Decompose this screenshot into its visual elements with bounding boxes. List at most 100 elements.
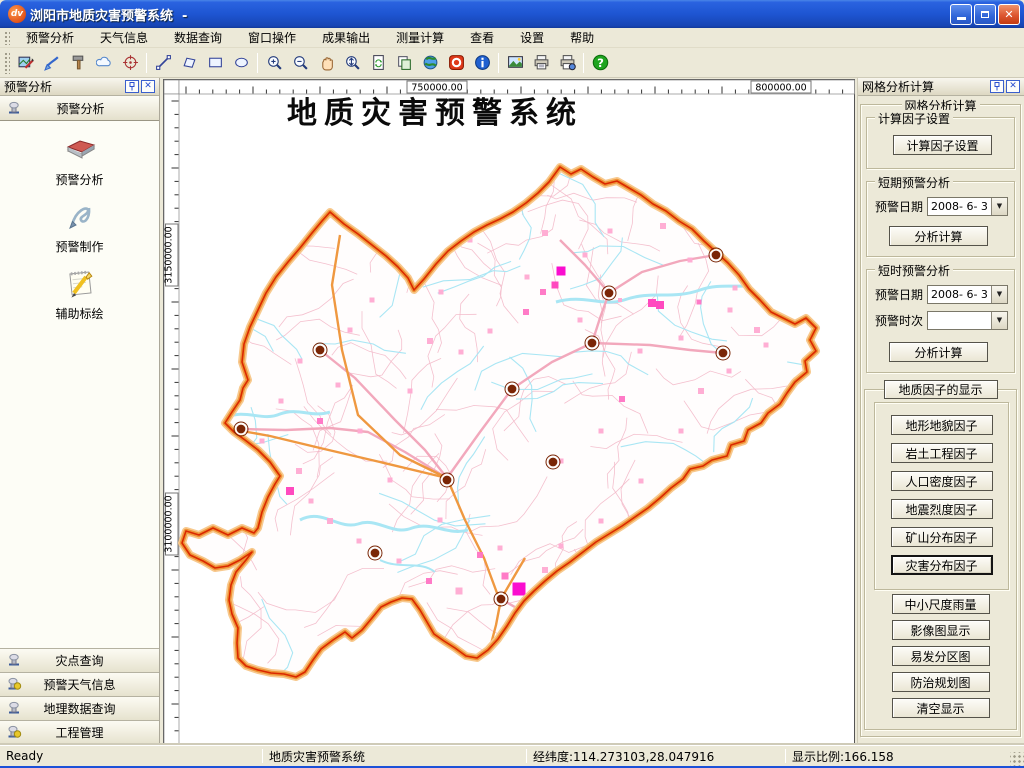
short-time-warning-group: 短时预警分析 预警日期 2008- 6- 3 ▼ 预警时次 ▼ (866, 269, 1015, 373)
polygon-tool-icon[interactable] (177, 51, 201, 75)
minimize-button[interactable] (950, 4, 972, 25)
sidebar-item-2[interactable]: 辅助标绘 (0, 255, 159, 322)
resize-grip[interactable] (1010, 752, 1024, 766)
cloud-icon[interactable] (92, 51, 116, 75)
sidebar-bottom-item-1[interactable]: 预警天气信息 (0, 672, 159, 696)
status-bar: Ready 地质灾害预警系统 经纬度:114.273103,28.047916 … (0, 745, 1024, 766)
center-target-icon[interactable] (118, 51, 142, 75)
pin-icon[interactable] (125, 80, 139, 93)
toolbar-separator (498, 53, 499, 73)
factor-button-1[interactable]: 岩土工程因子 (891, 443, 993, 463)
geo-factor-display-button[interactable]: 地质因子的显示 (884, 380, 998, 399)
map-canvas[interactable]: 750000.00800000.003150000.003100000.00地质… (162, 78, 856, 748)
print-icon[interactable] (529, 51, 553, 75)
zoom-extent-icon[interactable] (340, 51, 364, 75)
menu-grip-handle[interactable] (3, 30, 10, 45)
warning-date-label: 预警日期 (875, 198, 927, 215)
sidebar-item-0[interactable]: 预警分析 (0, 121, 159, 188)
chevron-down-icon[interactable]: ▼ (991, 286, 1007, 303)
warning-date-combobox[interactable]: 2008- 6- 3 ▼ (927, 285, 1008, 304)
window-title: 浏阳市地质灾害预警系统 - (30, 5, 187, 24)
sidebar-bottom-item-2[interactable]: 地理数据查询 (0, 696, 159, 720)
svg-text:750000.00: 750000.00 (411, 83, 462, 94)
refresh-view-icon[interactable] (366, 51, 390, 75)
right-panel-caption[interactable]: 网格分析计算 ✕ (858, 78, 1024, 96)
line-tool-icon[interactable] (151, 51, 175, 75)
short-term-analyze-button[interactable]: 分析计算 (889, 226, 988, 246)
warning-produce-pen-icon (62, 197, 98, 236)
info-icon[interactable] (470, 51, 494, 75)
chevron-down-icon[interactable]: ▼ (991, 198, 1007, 215)
close-icon[interactable]: ✕ (141, 80, 155, 93)
sidebar-bottom-item-3[interactable]: 工程管理 (0, 720, 159, 744)
copy-layers-icon[interactable] (392, 51, 416, 75)
geo-data-query-icon (6, 699, 22, 718)
extra-button-2[interactable]: 易发分区图 (892, 646, 990, 666)
factor-button-2[interactable]: 人口密度因子 (891, 471, 993, 491)
hammer-icon[interactable] (66, 51, 90, 75)
sidebar-bottom-item-label: 工程管理 (22, 724, 137, 741)
toolbar-separator (257, 53, 258, 73)
left-panel-group-header[interactable]: 预警分析 (0, 96, 159, 121)
pan-hand-icon[interactable] (314, 51, 338, 75)
factor-button-4[interactable]: 矿山分布因子 (891, 527, 993, 547)
extra-button-1[interactable]: 影像图显示 (892, 620, 990, 640)
short-time-analyze-button[interactable]: 分析计算 (889, 342, 988, 362)
toolbar-separator (146, 53, 147, 73)
map-edit-icon[interactable] (14, 51, 38, 75)
warning-time-label: 预警时次 (875, 312, 927, 329)
svg-text:3100000.00: 3100000.00 (164, 495, 175, 552)
image-view-icon[interactable] (503, 51, 527, 75)
extra-button-0[interactable]: 中小尺度雨量 (892, 594, 990, 614)
menu-item-1[interactable]: 天气信息 (87, 29, 161, 47)
right-panel-title: 网格分析计算 (862, 78, 934, 95)
factor-button-5[interactable]: 灾害分布因子 (891, 555, 993, 575)
rectangle-tool-icon[interactable] (203, 51, 227, 75)
menu-item-2[interactable]: 数据查询 (161, 29, 235, 47)
toolbar-items: ? (13, 51, 613, 75)
close-button[interactable]: ✕ (998, 4, 1020, 25)
zoom-in-icon[interactable] (262, 51, 286, 75)
toolbar-grip-handle[interactable] (3, 51, 10, 74)
warning-date-combobox[interactable]: 2008- 6- 3 ▼ (927, 197, 1008, 216)
globe-icon[interactable] (418, 51, 442, 75)
calc-factor-setting-button[interactable]: 计算因子设置 (893, 135, 992, 155)
brush-icon[interactable] (40, 51, 64, 75)
disaster-point-query-icon (6, 651, 22, 670)
menu-item-0[interactable]: 预警分析 (13, 29, 87, 47)
close-icon[interactable]: ✕ (1006, 80, 1020, 93)
sidebar-item-1[interactable]: 预警制作 (0, 188, 159, 255)
short-time-legend: 短时预警分析 (875, 262, 953, 279)
application-window: dv 浏阳市地质灾害预警系统 - ✕ 预警分析天气信息数据查询窗口操作成果输出测… (0, 0, 1024, 768)
extra-button-4[interactable]: 清空显示 (892, 698, 990, 718)
menu-item-7[interactable]: 设置 (507, 29, 557, 47)
menu-items: 预警分析天气信息数据查询窗口操作成果输出测量计算查看设置帮助 (13, 29, 607, 47)
menu-item-5[interactable]: 测量计算 (383, 29, 457, 47)
warning-time-combobox[interactable]: ▼ (927, 311, 1008, 330)
zoom-out-icon[interactable] (288, 51, 312, 75)
factor-button-0[interactable]: 地形地貌因子 (891, 415, 993, 435)
short-term-legend: 短期预警分析 (875, 174, 953, 191)
sidebar-item-label: 预警制作 (55, 238, 103, 255)
chevron-down-icon[interactable]: ▼ (991, 312, 1007, 329)
restore-button[interactable] (974, 4, 996, 25)
title-bar[interactable]: dv 浏阳市地质灾害预警系统 - ✕ (0, 0, 1024, 28)
extra-button-3[interactable]: 防治规划图 (892, 672, 990, 692)
factor-button-3[interactable]: 地震烈度因子 (891, 499, 993, 519)
menu-item-8[interactable]: 帮助 (557, 29, 607, 47)
print-preview-icon[interactable] (555, 51, 579, 75)
sidebar-bottom-item-0[interactable]: 灾点查询 (0, 648, 159, 672)
short-term-warning-group: 短期预警分析 预警日期 2008- 6- 3 ▼ 分析计算 (866, 181, 1015, 257)
menu-item-6[interactable]: 查看 (457, 29, 507, 47)
map-document-window: 750000.00800000.003150000.003100000.00地质… (162, 78, 856, 745)
main-area: 预警分析 ✕ 预警分析 预警分析预警制作辅助标绘 灾点查询预警天气信息地理数据查… (0, 78, 1024, 745)
left-panel-caption[interactable]: 预警分析 ✕ (0, 78, 159, 96)
stop-icon[interactable] (444, 51, 468, 75)
help-icon[interactable]: ? (588, 51, 612, 75)
ellipse-tool-icon[interactable] (229, 51, 253, 75)
menu-item-3[interactable]: 窗口操作 (235, 29, 309, 47)
warning-analysis-book-icon (62, 130, 98, 169)
status-coordinates: 经纬度:114.273103,28.047916 (533, 748, 714, 765)
menu-item-4[interactable]: 成果输出 (309, 29, 383, 47)
pin-icon[interactable] (990, 80, 1004, 93)
